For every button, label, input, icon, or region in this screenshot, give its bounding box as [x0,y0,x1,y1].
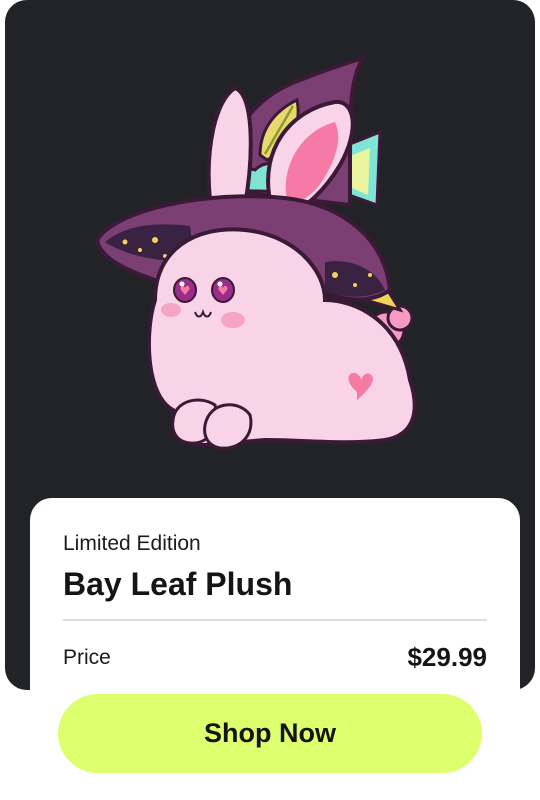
divider [63,619,487,621]
price-label: Price [63,646,111,669]
product-card: Limited Edition Bay Leaf Plush Price $29… [5,0,535,698]
product-title: Bay Leaf Plush [63,566,293,602]
shop-now-button[interactable]: Shop Now [58,694,482,773]
product-info-panel: Limited Edition Bay Leaf Plush Price $29… [30,498,520,698]
price-value: $29.99 [407,642,487,672]
product-image [94,54,417,450]
product-subtitle: Limited Edition [63,532,201,555]
bunny-paws [171,398,253,450]
bunny-ear-left [206,85,253,208]
